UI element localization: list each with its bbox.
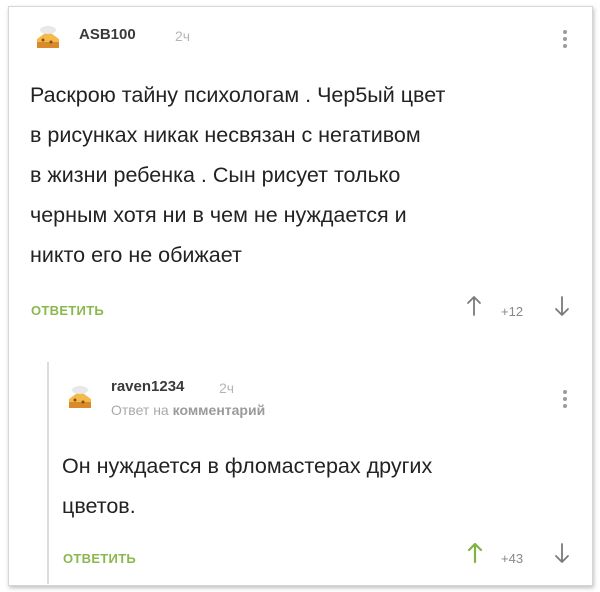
reply-text-line: Он нуждается в фломастерах других xyxy=(62,454,433,478)
reply-rating: +43 xyxy=(501,551,524,566)
comment-time: 2ч xyxy=(175,28,191,44)
comment-menu-icon[interactable] xyxy=(562,30,568,52)
comment-rating: +12 xyxy=(501,304,524,319)
comment-reply-button[interactable]: ОТВЕТИТЬ xyxy=(31,303,104,318)
reply-to-label: Ответ на комментарий xyxy=(111,402,265,418)
reply-text: Он нуждается в фломастерах других цветов… xyxy=(62,446,432,526)
arrow-down-icon[interactable] xyxy=(554,542,570,564)
reply-time: 2ч xyxy=(219,380,235,396)
arrow-up-icon[interactable] xyxy=(466,295,482,317)
reply-to-link[interactable]: комментарий xyxy=(173,402,266,418)
reply-to-prefix: Ответ на xyxy=(111,402,169,418)
arrow-up-icon[interactable] xyxy=(467,542,483,564)
reply-thread: raven1234 2ч Ответ на комментарий Он нуж… xyxy=(47,362,591,584)
arrow-down-icon[interactable] xyxy=(554,295,570,317)
comment-text-line: в рисунках никак несвязан с негативом xyxy=(30,123,421,147)
comment-text-line: никто его не обижает xyxy=(30,243,242,267)
comment-card: ASB100 2ч Раскрою тайну психологам . Чер… xyxy=(8,6,593,586)
reply-menu-icon[interactable] xyxy=(562,390,568,412)
reply-text-line: цветов. xyxy=(62,494,136,518)
comment-username[interactable]: ASB100 xyxy=(79,26,136,43)
comment-text-line: черным хотя ни в чем не нуждается и xyxy=(30,203,407,227)
comment-text-line: в жизни ребенка . Сын рисует только xyxy=(30,163,401,187)
reply-username[interactable]: raven1234 xyxy=(111,378,184,395)
cake-avatar-icon[interactable] xyxy=(63,381,97,411)
cake-avatar-icon[interactable] xyxy=(31,21,65,51)
comment-text-line: Раскрою тайну психологам . Чер5ый цвет xyxy=(30,83,446,107)
reply-reply-button[interactable]: ОТВЕТИТЬ xyxy=(63,551,136,566)
comment-text: Раскрою тайну психологам . Чер5ый цвет в… xyxy=(30,75,445,275)
